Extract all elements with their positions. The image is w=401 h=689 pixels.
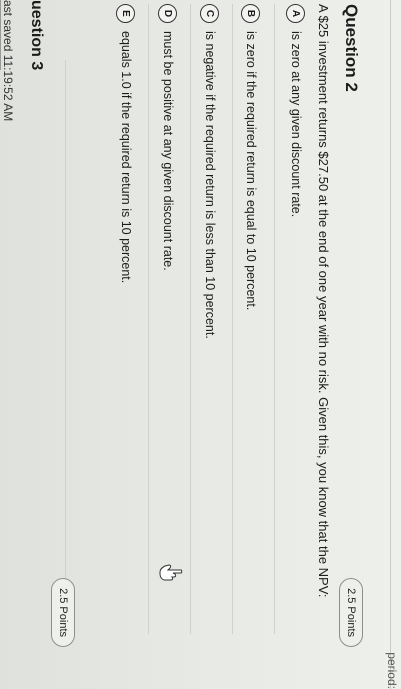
choice-b[interactable]: B is zero if the required return is equa… (238, 4, 264, 310)
choice-a-letter: A (286, 4, 306, 23)
choice-c-letter: C (200, 4, 220, 23)
question-3-title: uestion 3 (28, 0, 45, 71)
last-saved-status: ast saved 11:19:52 AM (1, 0, 15, 122)
quiz-page: period: Question 2 2.5 Points A $25 inve… (0, 0, 401, 689)
choice-divider (190, 4, 191, 634)
question-2-title: Question 2 (342, 4, 361, 92)
question-2-stem: A $25 investment returns $27.50 at the e… (316, 4, 331, 598)
top-divider (390, 0, 391, 689)
choice-e-text: equals 1.0 if the required return is 10 … (119, 31, 133, 284)
choice-b-text: is zero if the required return is equal … (244, 31, 258, 311)
choice-divider (148, 4, 149, 634)
choice-a-text: is zero at any given discount rate. (289, 31, 303, 218)
footer-divider (0, 0, 1, 70)
choice-d[interactable]: D must be positive at any given discount… (155, 4, 181, 271)
hand-pointer-icon (159, 564, 183, 581)
period-label: period: (385, 652, 399, 689)
choice-divider (232, 4, 233, 634)
choice-e[interactable]: E equals 1.0 if the required return is 1… (113, 4, 139, 283)
question-3-divider (65, 60, 66, 620)
choice-divider (274, 4, 275, 634)
choice-c-text: is negative if the required return is le… (203, 31, 217, 339)
choice-d-letter: D (158, 4, 178, 23)
choice-a[interactable]: A is zero at any given discount rate. (283, 4, 309, 217)
choice-d-text: must be positive at any given discount r… (161, 31, 175, 271)
choice-e-letter: E (116, 4, 136, 23)
choice-c[interactable]: C is negative if the required return is … (197, 4, 223, 339)
question-3-points-badge: 2.5 Points (51, 578, 75, 647)
choice-b-letter: B (241, 4, 261, 23)
question-2-points-badge: 2.5 Points (339, 578, 363, 647)
